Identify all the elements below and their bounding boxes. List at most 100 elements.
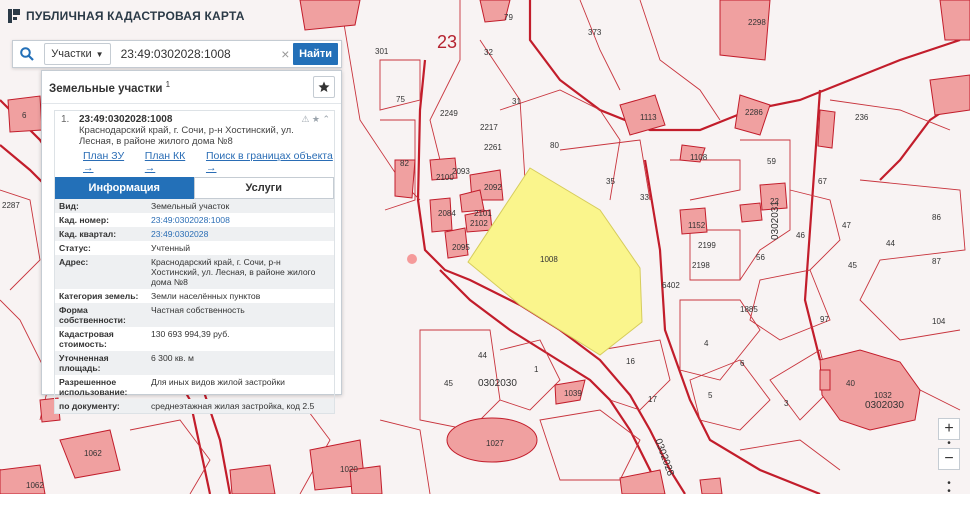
parcel-label: 40 xyxy=(846,379,855,388)
quarter-label-0302030-b: 0302030 xyxy=(865,400,904,411)
parcel-label: 33 xyxy=(640,193,649,202)
attribute-key: Адрес: xyxy=(55,255,147,289)
parcel-label: 104 xyxy=(932,317,946,326)
attribute-value: Частная собственность xyxy=(147,303,334,327)
zoom-in-button[interactable]: + xyxy=(938,418,960,440)
table-row: по документу: среднеэтажная жилая застрой… xyxy=(55,399,334,413)
search-input[interactable] xyxy=(110,42,278,66)
link-search-bounds[interactable]: Поиск в границах объекта → xyxy=(206,150,334,174)
table-row: Разрешенное использование: Для иных видов… xyxy=(55,375,334,399)
chevron-down-icon: ▼ xyxy=(95,49,104,59)
app-brand: ПУБЛИЧНАЯ КАДАСТРОВАЯ КАРТА xyxy=(8,9,245,23)
attribute-key: Разрешенное использование: xyxy=(59,377,128,397)
parcel-label: 6 xyxy=(22,111,27,120)
parcel-label: 2092 xyxy=(484,183,502,192)
parcel-label: 80 xyxy=(550,141,559,150)
parcel-label: 17 xyxy=(648,395,657,404)
result-cad-number[interactable]: 23:49:0302028:1008 xyxy=(79,114,301,125)
favorites-button[interactable] xyxy=(313,76,335,98)
attribute-value: Земельный участок xyxy=(147,199,334,213)
attribute-key: Категория земель: xyxy=(59,291,139,301)
parcel-label: 2199 xyxy=(698,241,716,250)
attribute-value[interactable]: 23:49:0302028:1008 xyxy=(147,213,334,227)
attribute-value: Учтенный xyxy=(151,243,191,253)
link-plan-zu[interactable]: План ЗУ → xyxy=(83,150,133,174)
parcel-label: 1113 xyxy=(640,113,657,122)
quarter-label-0302030: 0302030 xyxy=(478,378,517,389)
parcel-label: 1885 xyxy=(740,305,758,314)
parcel-label: 236 xyxy=(855,113,869,122)
parcel-label: 1020 xyxy=(340,465,358,474)
search-icon[interactable] xyxy=(13,41,40,67)
parcel-label: 45 xyxy=(848,261,857,270)
parcel-label: 2249 xyxy=(440,109,458,118)
parcel-label: 6 xyxy=(740,359,745,368)
parcel-label: 87 xyxy=(932,257,941,266)
parcel-label: 16 xyxy=(626,357,635,366)
attribute-value: 130 693 994,39 руб. xyxy=(151,329,230,339)
parcel-label: 82 xyxy=(400,159,409,168)
table-row: Кад. квартал: 23:49:0302028 xyxy=(55,227,334,241)
parcel-label: 1062 xyxy=(84,449,102,458)
table-row: Кадастровая стоимость: 130 693 994,39 руб… xyxy=(55,327,334,351)
parcel-label: 1032 xyxy=(874,391,892,400)
result-links: План ЗУ → План КК → Поиск в границах объ… xyxy=(55,147,334,177)
find-button[interactable]: Найти xyxy=(293,43,338,65)
table-row: Кад. номер: 23:49:0302028:1008 xyxy=(55,213,334,227)
result-count: 1 xyxy=(165,79,171,89)
tab-services[interactable]: Услуги xyxy=(193,177,334,199)
parcel-label: 6402 xyxy=(662,281,680,290)
parcel-label: 2287 xyxy=(2,201,20,210)
clear-search-button[interactable]: × xyxy=(278,46,294,62)
parcel-label: 46 xyxy=(796,231,805,240)
attributes-table: Вид: Земельный участок Кад. номер: 23:49:0… xyxy=(55,199,334,413)
parcel-label: 1027 xyxy=(486,439,504,448)
parcel-label: 86 xyxy=(932,213,941,222)
attribute-value[interactable]: 23:49:0302028 xyxy=(147,227,334,241)
search-bar: Участки ▼ × Найти xyxy=(12,40,342,68)
search-type-select[interactable]: Участки ▼ xyxy=(44,43,111,65)
attribute-key: Кад. номер: xyxy=(59,215,109,225)
parcel-label: 45 xyxy=(444,379,453,388)
parcel-label: 2084 xyxy=(438,209,456,218)
parcel-label: 35 xyxy=(606,177,615,186)
tab-info[interactable]: Информация xyxy=(55,177,194,199)
table-row: Форма собственности: Частная собственност… xyxy=(55,303,334,327)
parcel-label: 2261 xyxy=(484,143,502,152)
attribute-value: среднеэтажная жилая застройка, код 2.5 xyxy=(147,399,334,413)
parcel-label: 97 xyxy=(820,315,829,324)
table-row: Вид: Земельный участок xyxy=(55,199,334,213)
table-row: Статус: Учтенный xyxy=(55,241,334,255)
attribute-key: Кадастровая стоимость: xyxy=(59,329,114,349)
parcel-label: 2100 xyxy=(436,173,454,182)
parcel-label: 2101 xyxy=(474,209,492,218)
parcel-label: 75 xyxy=(396,95,405,104)
quarter-label-0302031: 0302031 xyxy=(770,201,781,240)
district-label: 23 xyxy=(437,32,457,52)
attribute-key: Уточненная площадь: xyxy=(55,351,147,375)
attribute-value: Земли населённых пунктов xyxy=(151,291,261,301)
star-icon xyxy=(318,81,330,92)
parcel-label: 44 xyxy=(478,351,487,360)
link-plan-kk[interactable]: План КК → xyxy=(145,150,194,174)
app-logo-icon xyxy=(8,9,20,23)
zoom-out-button[interactable]: − xyxy=(938,448,960,470)
panel-title: Земельные участки 1 xyxy=(49,79,171,95)
parcel-label: 301 xyxy=(375,47,389,56)
table-row: Уточненная площадь: 6 300 кв. м xyxy=(55,351,334,375)
attribute-key: Форма собственности: xyxy=(55,303,147,327)
parcel-label: 3 xyxy=(784,399,789,408)
parcel-label: 22 xyxy=(770,197,779,206)
table-row: Категория земель: Земли населённых пункто… xyxy=(55,289,334,303)
app-title: ПУБЛИЧНАЯ КАДАСТРОВАЯ КАРТА xyxy=(26,9,245,23)
parcel-label: 1062 xyxy=(26,481,44,490)
info-panel: Земельные участки 1 1. 23:49:0302028:100… xyxy=(41,70,342,414)
parcel-label: 2217 xyxy=(480,123,498,132)
result-actions[interactable]: ⚠ ★ ⌃ xyxy=(301,114,330,147)
search-type-label: Участки xyxy=(51,48,92,60)
attribute-value: 6 300 кв. м xyxy=(147,351,334,375)
result-address: Краснодарский край, г. Сочи, р-н Хостинс… xyxy=(79,125,294,147)
parcel-label: 2198 xyxy=(692,261,710,270)
parcel-label: 1039 xyxy=(564,389,582,398)
parcel-label: 1 xyxy=(534,365,539,374)
